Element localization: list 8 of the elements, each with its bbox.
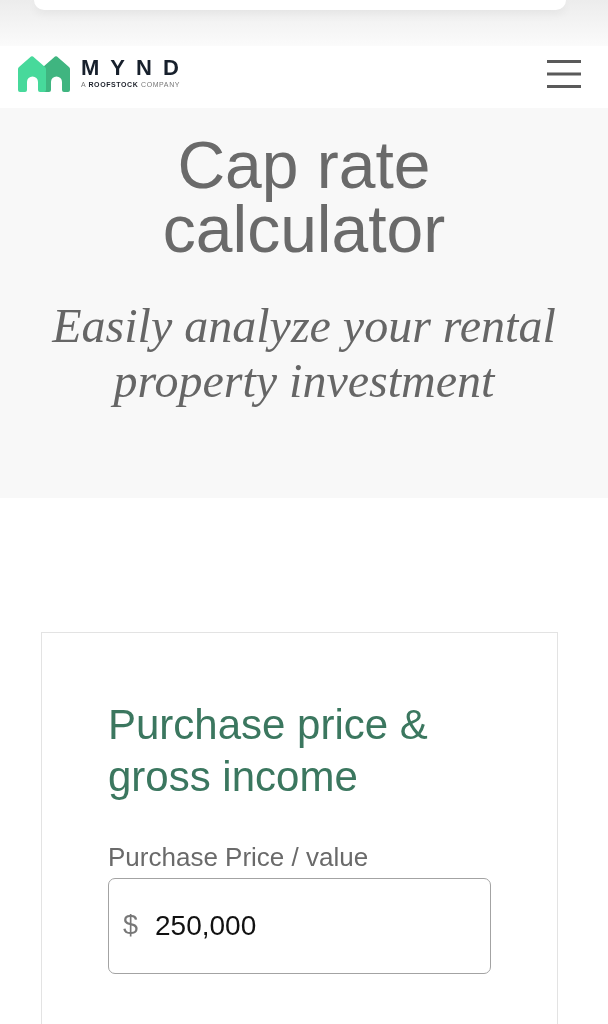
page-subtitle: Easily analyze your rental property investment [50,298,557,408]
currency-symbol: $ [123,910,139,941]
card-heading: Purchase price & gross income [108,700,429,802]
brand-wordmark: MYND [81,59,190,77]
page-title: Cap rate calculator [161,133,447,261]
field-label: Purchase Price / value [108,842,370,872]
menu-icon[interactable] [547,60,581,88]
houses-icon [17,55,71,93]
